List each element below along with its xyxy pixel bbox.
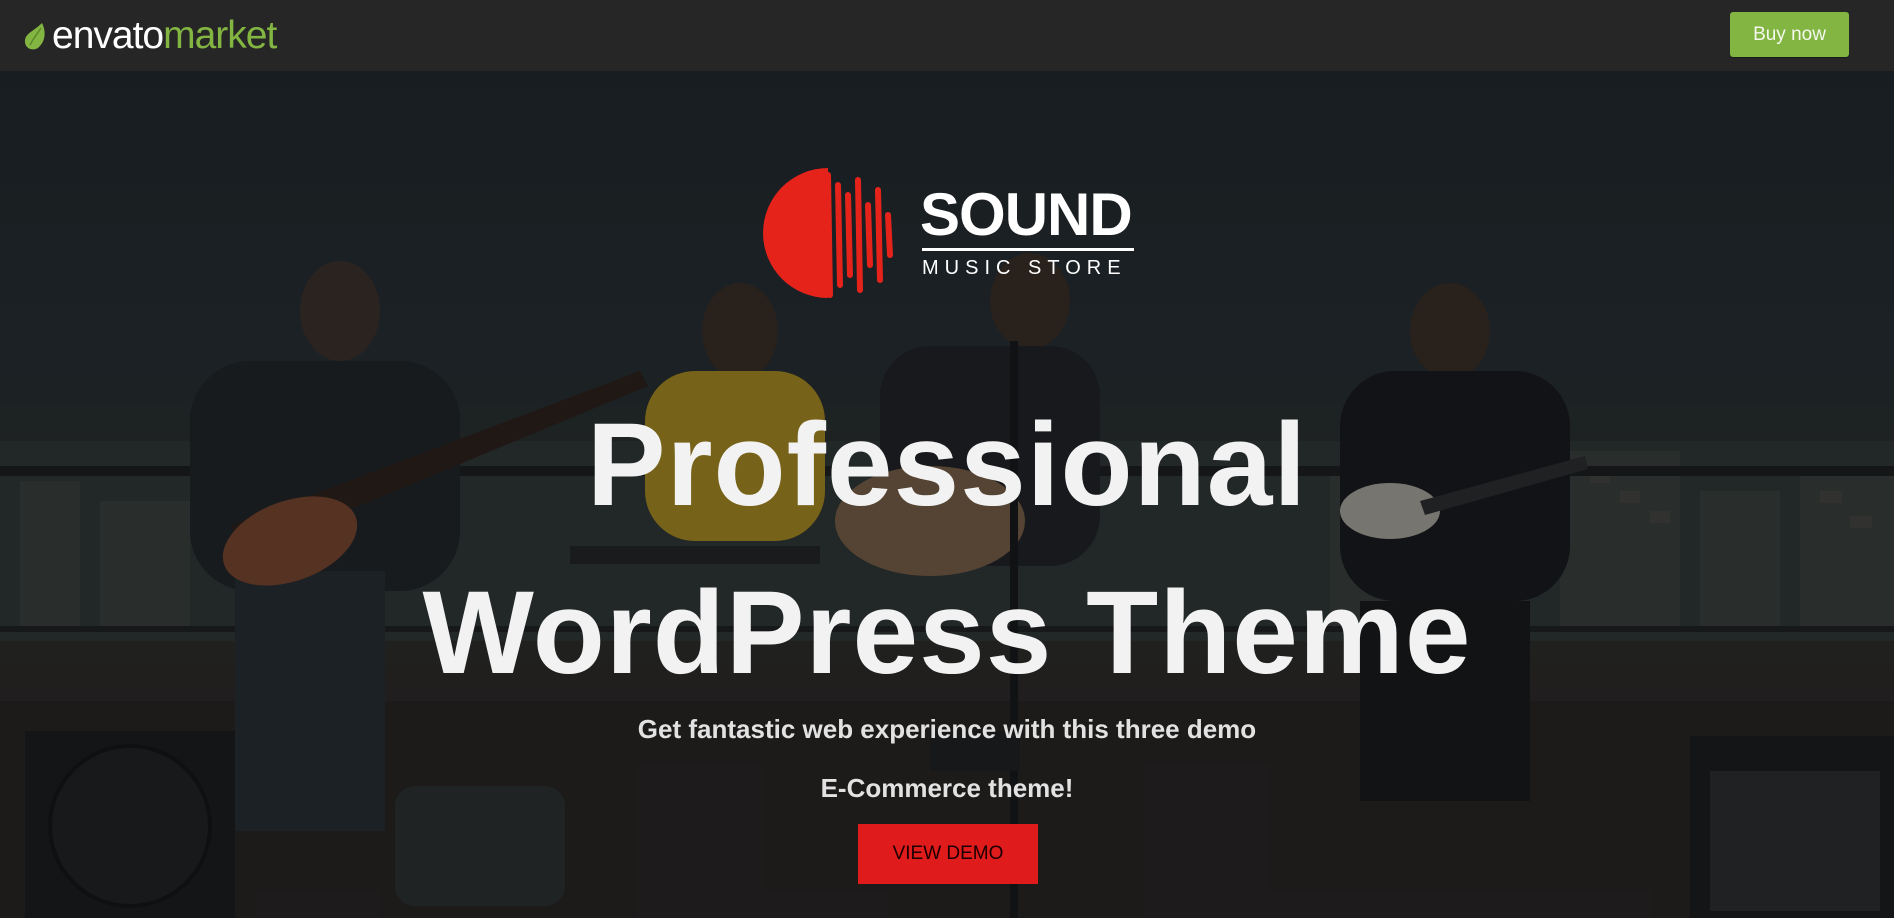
subline-line-1: Get fantastic web experience with this t… xyxy=(637,714,1257,744)
sound-music-store-logo: SOUND MUSIC STORE xyxy=(758,165,1138,305)
logo-title: SOUND xyxy=(920,181,1133,248)
hero-subline: Get fantastic web experience with this t… xyxy=(0,700,1894,818)
sound-wave-icon xyxy=(763,168,893,298)
logo-subtitle: MUSIC STORE xyxy=(922,257,1127,279)
view-demo-button[interactable]: VIEW DEMO xyxy=(858,824,1038,884)
headline-line-2: WordPress Theme xyxy=(422,567,1472,699)
envato-leaf-icon xyxy=(24,23,45,50)
logo-divider xyxy=(922,248,1134,251)
brand-market-text: market xyxy=(163,14,277,57)
subline-line-2: E-Commerce theme! xyxy=(820,773,1074,803)
top-bar: envato market Buy now xyxy=(0,0,1894,71)
hero-headline: Professional WordPress Theme xyxy=(0,381,1894,717)
envato-market-logo[interactable]: envato market xyxy=(22,14,277,58)
headline-line-1: Professional xyxy=(586,399,1308,531)
buy-now-button[interactable]: Buy now xyxy=(1730,12,1849,57)
brand-envato-text: envato xyxy=(52,14,164,57)
